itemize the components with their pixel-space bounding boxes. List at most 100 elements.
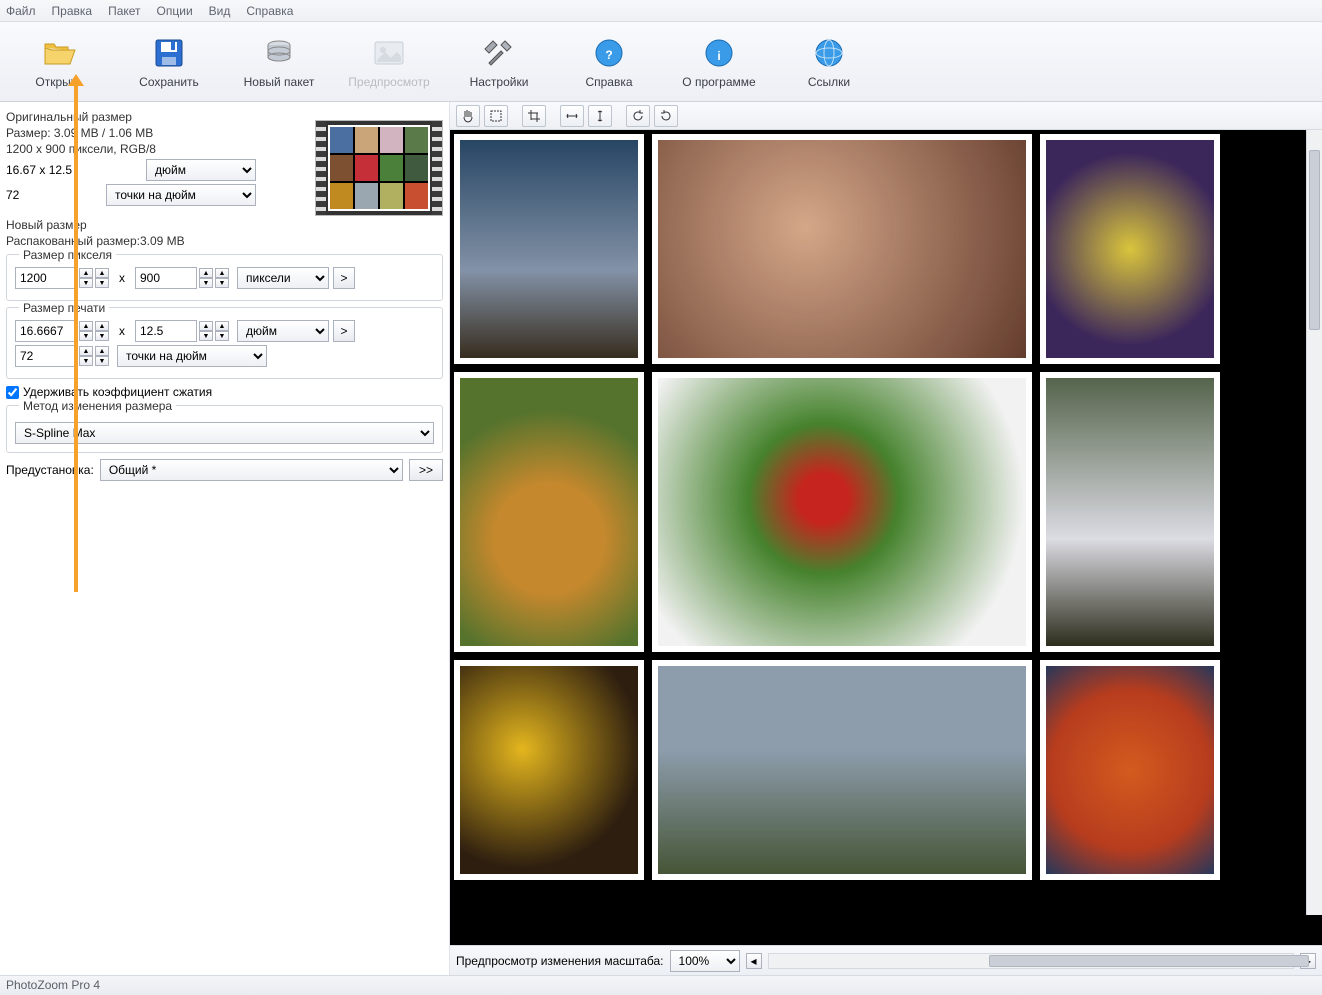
original-dpi: 72 [6, 188, 106, 202]
menu-batch[interactable]: Пакет [108, 4, 140, 18]
statusbar: PhotoZoom Pro 4 [0, 975, 1322, 995]
width-input[interactable] [15, 267, 77, 289]
menubar: Файл Правка Пакет Опции Вид Справка [0, 0, 1322, 22]
pixel-size-group: Размер пикселя ▲▼ ▲▼ x ▲▼ ▲▼ пиксели > [6, 254, 443, 301]
preview-photo [1040, 134, 1220, 364]
unpacked-size: Распакованный размер:3.09 MB [6, 234, 443, 248]
height-down[interactable]: ▼ [199, 278, 213, 288]
preview-photo [1040, 372, 1220, 652]
hand-tool-button[interactable] [456, 105, 480, 127]
about-label: О программе [682, 75, 755, 89]
x-separator: x [119, 271, 125, 285]
menu-help[interactable]: Справка [246, 4, 293, 18]
print-unit-select[interactable]: дюйм [237, 320, 329, 342]
svg-text:i: i [717, 49, 720, 63]
help-label: Справка [585, 75, 632, 89]
pixel-more-button[interactable]: > [333, 267, 355, 289]
print-more-button[interactable]: > [333, 320, 355, 342]
keep-ratio-label: Удерживать коэффициент сжатия [23, 385, 212, 399]
height-input[interactable] [135, 267, 197, 289]
right-panel: Предпросмотр изменения масштаба: 100% ◂ … [450, 102, 1322, 975]
svg-text:?: ? [605, 48, 612, 62]
ph-bdown[interactable]: ▼ [215, 331, 229, 341]
ph-bup[interactable]: ▲ [215, 321, 229, 331]
links-button[interactable]: Ссылки [774, 25, 884, 99]
preset-more-button[interactable]: >> [409, 459, 443, 481]
menu-edit[interactable]: Правка [52, 4, 93, 18]
pw-up[interactable]: ▲ [79, 321, 93, 331]
height-big-up[interactable]: ▲ [215, 268, 229, 278]
pd-bup[interactable]: ▲ [95, 346, 109, 356]
pd-down[interactable]: ▼ [79, 356, 93, 366]
width-down[interactable]: ▼ [79, 278, 93, 288]
preview-photo [652, 372, 1032, 652]
print-width-input[interactable] [15, 320, 77, 342]
preset-select[interactable]: Общий * [100, 459, 403, 481]
crop-tool-button[interactable] [522, 105, 546, 127]
pd-up[interactable]: ▲ [79, 346, 93, 356]
print-size-legend: Размер печати [19, 301, 109, 315]
flip-horizontal-button[interactable] [560, 105, 584, 127]
height-up[interactable]: ▲ [199, 268, 213, 278]
preview-photo [454, 372, 644, 652]
original-dpi-unit-select[interactable]: точки на дюйм [106, 184, 256, 206]
print-dpi-input[interactable] [15, 345, 77, 367]
image-preview-icon [371, 35, 407, 71]
original-print-unit-select[interactable]: дюйм [146, 159, 256, 181]
folder-open-icon [41, 35, 77, 71]
save-label: Сохранить [139, 75, 199, 89]
new-batch-button[interactable]: Новый пакет [224, 25, 334, 99]
pixel-unit-select[interactable]: пиксели [237, 267, 329, 289]
ph-up[interactable]: ▲ [199, 321, 213, 331]
preview-photo [1040, 660, 1220, 880]
width-big-up[interactable]: ▲ [95, 268, 109, 278]
height-big-down[interactable]: ▼ [215, 278, 229, 288]
pd-bdown[interactable]: ▼ [95, 356, 109, 366]
new-size-title: Новый размер [6, 218, 443, 232]
settings-button[interactable]: Настройки [444, 25, 554, 99]
info-icon: i [701, 35, 737, 71]
preview-bottom-bar: Предпросмотр изменения масштаба: 100% ◂ … [450, 945, 1322, 975]
pw-down[interactable]: ▼ [79, 331, 93, 341]
preview-button[interactable]: Предпросмотр [334, 25, 444, 99]
links-label: Ссылки [808, 75, 850, 89]
preview-photo [652, 660, 1032, 880]
marquee-tool-button[interactable] [484, 105, 508, 127]
width-big-down[interactable]: ▼ [95, 278, 109, 288]
floppy-disk-icon [151, 35, 187, 71]
pw-bup[interactable]: ▲ [95, 321, 109, 331]
vertical-scrollbar[interactable] [1306, 130, 1322, 915]
pw-bdown[interactable]: ▼ [95, 331, 109, 341]
print-height-input[interactable] [135, 320, 197, 342]
flip-vertical-button[interactable] [588, 105, 612, 127]
preview-toolbar [450, 102, 1322, 130]
about-button[interactable]: i О программе [664, 25, 774, 99]
print-dpi-unit-select[interactable]: точки на дюйм [117, 345, 267, 367]
preview-label: Предпросмотр [348, 75, 429, 89]
width-up[interactable]: ▲ [79, 268, 93, 278]
horizontal-scrollbar[interactable] [768, 953, 1294, 969]
zoom-label: Предпросмотр изменения масштаба: [456, 954, 664, 968]
ph-down[interactable]: ▼ [199, 331, 213, 341]
menu-view[interactable]: Вид [209, 4, 231, 18]
height-field: ▲▼ ▲▼ [135, 267, 229, 289]
rotate-left-button[interactable] [626, 105, 650, 127]
preview-photo [454, 660, 644, 880]
image-thumbnail[interactable] [315, 120, 443, 216]
open-button[interactable]: Открыть [4, 25, 114, 99]
print-size-group: Размер печати ▲▼ ▲▼ x ▲▼ ▲▼ дюйм > ▲▼ ▲▼ [6, 307, 443, 379]
keep-ratio-checkbox[interactable] [6, 386, 19, 399]
preview-area[interactable] [450, 130, 1322, 945]
menu-file[interactable]: Файл [6, 4, 36, 18]
x-separator: x [119, 324, 125, 338]
scroll-left-button[interactable]: ◂ [746, 953, 762, 969]
save-button[interactable]: Сохранить [114, 25, 224, 99]
menu-options[interactable]: Опции [157, 4, 193, 18]
rotate-right-button[interactable] [654, 105, 678, 127]
resize-method-group: Метод изменения размера S-Spline Max [6, 405, 443, 453]
globe-icon [811, 35, 847, 71]
width-field: ▲▼ ▲▼ [15, 267, 109, 289]
help-button[interactable]: ? Справка [554, 25, 664, 99]
zoom-select[interactable]: 100% [670, 950, 740, 972]
toolbar: Открыть Сохранить Новый пакет Предпросмо… [0, 22, 1322, 102]
